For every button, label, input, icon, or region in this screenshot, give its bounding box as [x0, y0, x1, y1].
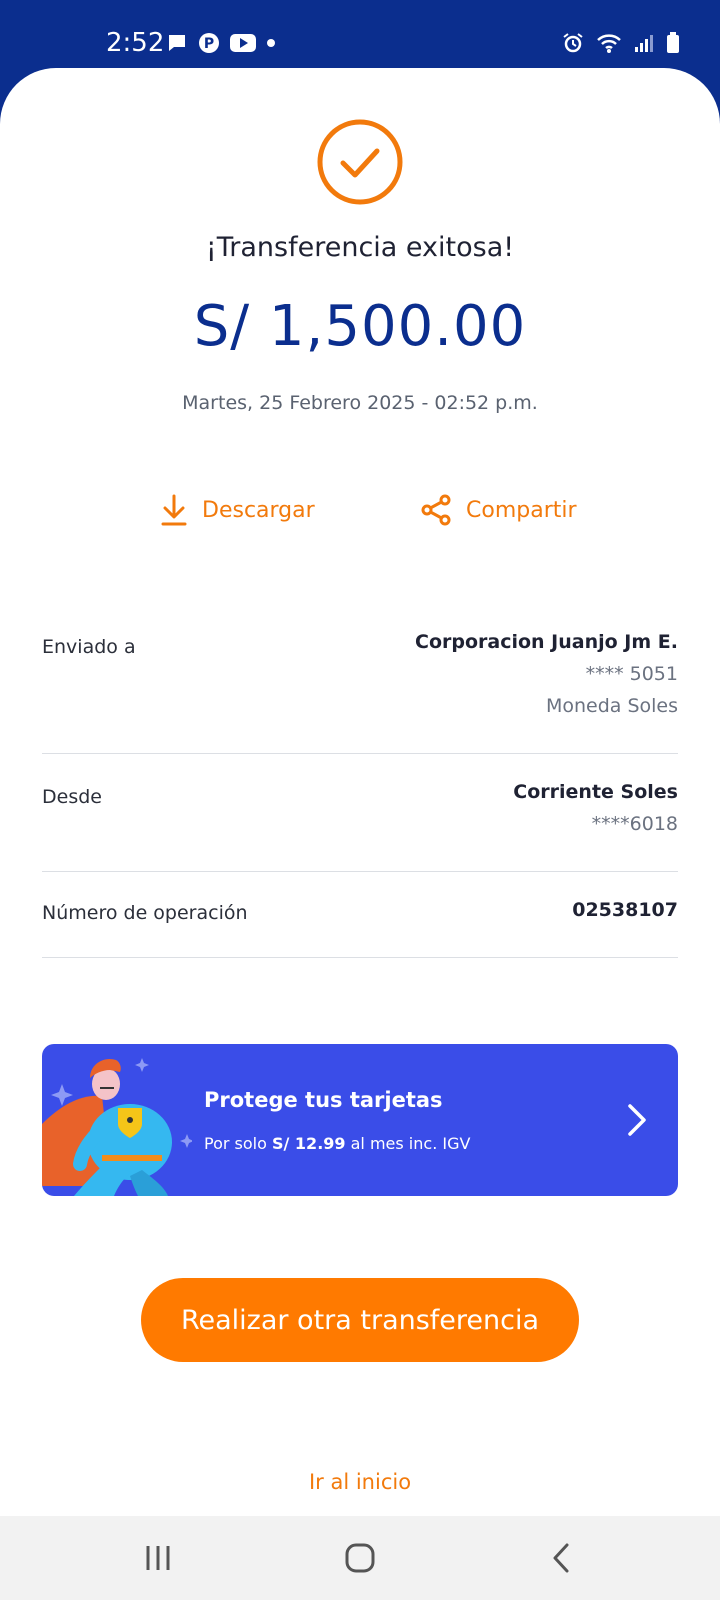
new-transfer-button[interactable]: Realizar otra transferencia [141, 1278, 579, 1362]
sent-to-values: Corporacion Juanjo Jm E. **** 5051 Moned… [415, 626, 678, 722]
success-check-icon [317, 119, 403, 205]
operation-label: Número de operación [42, 902, 248, 924]
dot-icon [267, 39, 275, 47]
wifi-icon [597, 34, 621, 53]
back-button[interactable] [540, 1536, 584, 1580]
notification-icons: P [166, 32, 276, 54]
promo-subtitle: Por solo S/ 12.99 al mes inc. IGV [204, 1134, 470, 1153]
transfer-date: Martes, 25 Febrero 2025 - 02:52 p.m. [182, 392, 538, 414]
share-icon [421, 494, 451, 526]
detail-row-operation: Número de operación 02538107 [42, 898, 678, 958]
transfer-amount: S/ 1,500.00 [193, 294, 527, 359]
system-nav-bar [0, 1516, 720, 1600]
recipient-account: **** 5051 [585, 663, 678, 685]
status-time: 2:52 [106, 28, 165, 58]
promo-price: S/ 12.99 [271, 1134, 346, 1153]
back-icon [553, 1543, 569, 1573]
chevron-right-icon [628, 1104, 646, 1136]
page-title: ¡Transferencia exitosa! [205, 232, 515, 263]
message-icon [169, 35, 185, 51]
home-button[interactable] [338, 1536, 382, 1580]
recents-icon [146, 1546, 170, 1570]
promo-banner[interactable]: Protege tus tarjetas Por solo S/ 12.99 a… [42, 1044, 678, 1196]
share-button[interactable]: Compartir [420, 494, 577, 526]
operation-values: 02538107 [572, 894, 678, 926]
download-icon [161, 494, 187, 526]
source-account-type: Corriente Soles [513, 781, 678, 803]
detail-row-from: Desde Corriente Soles ****6018 [42, 781, 678, 872]
download-button[interactable]: Descargar [160, 494, 315, 526]
promo-sub-suffix: al mes inc. IGV [345, 1134, 471, 1153]
recipient-name: Corporacion Juanjo Jm E. [415, 631, 678, 653]
source-account: ****6018 [591, 813, 678, 835]
pinterest-icon: P [199, 33, 219, 53]
operation-number: 02538107 [572, 899, 678, 921]
detail-row-sent-to: Enviado a Corporacion Juanjo Jm E. **** … [42, 626, 678, 754]
share-label: Compartir [466, 497, 577, 523]
from-values: Corriente Soles ****6018 [513, 776, 678, 840]
go-home-link[interactable]: Ir al inicio [0, 1470, 720, 1494]
svg-text:P: P [204, 36, 214, 52]
download-label: Descargar [202, 497, 315, 523]
alarm-icon [563, 33, 583, 53]
superhero-mascot-icon [42, 1058, 192, 1196]
system-icons [562, 32, 680, 54]
from-label: Desde [42, 786, 102, 808]
signal-icon [635, 35, 653, 52]
sent-to-label: Enviado a [42, 636, 136, 658]
recents-button[interactable] [136, 1536, 180, 1580]
youtube-icon [230, 34, 256, 52]
recipient-currency: Moneda Soles [545, 695, 678, 717]
home-icon [345, 1543, 375, 1573]
battery-icon [667, 32, 679, 53]
promo-sub-prefix: Por solo [204, 1134, 272, 1153]
promo-title: Protege tus tarjetas [204, 1088, 443, 1112]
